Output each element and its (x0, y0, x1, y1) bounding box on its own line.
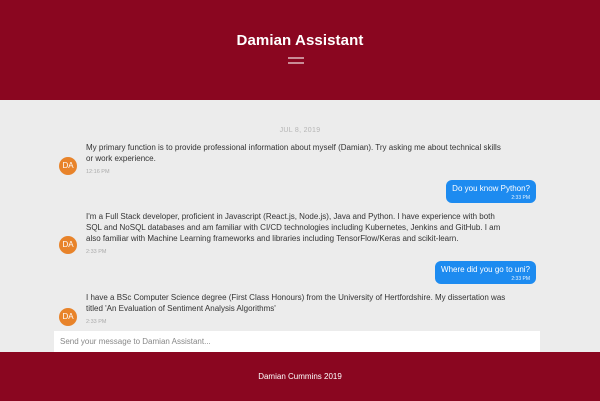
message-timestamp: 2:33 PM (511, 276, 530, 282)
avatar: DA (59, 236, 77, 254)
avatar: DA (59, 157, 77, 175)
chat-area[interactable]: JUL 8, 2019 DA My primary function is to… (0, 100, 600, 352)
date-divider: JUL 8, 2019 (279, 127, 321, 134)
hamburger-icon[interactable] (288, 57, 304, 64)
user-message: Where did you go to uni? 2:33 PM (435, 261, 536, 284)
message-timestamp: 2:33 PM (86, 249, 107, 255)
app-footer: Damian Cummins 2019 (0, 352, 600, 401)
message-text: Where did you go to uni? (441, 265, 530, 274)
app-title: Damian Assistant (236, 32, 364, 49)
message-timestamp: 12:16 PM (86, 169, 110, 175)
app-header: Damian Assistant (0, 0, 600, 100)
bot-message: I have a BSc Computer Science degree (Fi… (86, 292, 506, 328)
message-text: My primary function is to provide profes… (86, 143, 501, 163)
message-text: Do you know Python? (452, 184, 530, 193)
message-text: I have a BSc Computer Science degree (Fi… (86, 293, 506, 313)
message-timestamp: 2:33 PM (86, 319, 107, 325)
bot-message: My primary function is to provide profes… (86, 142, 506, 178)
user-message: Do you know Python? 2:33 PM (446, 180, 536, 203)
message-text: I'm a Full Stack developer, proficient i… (86, 212, 501, 243)
message-input-bar (54, 331, 540, 352)
bot-message: I'm a Full Stack developer, proficient i… (86, 211, 506, 258)
footer-text: Damian Cummins 2019 (258, 372, 342, 381)
message-input[interactable] (54, 331, 540, 352)
avatar: DA (59, 308, 77, 326)
message-timestamp: 2:33 PM (511, 195, 530, 201)
